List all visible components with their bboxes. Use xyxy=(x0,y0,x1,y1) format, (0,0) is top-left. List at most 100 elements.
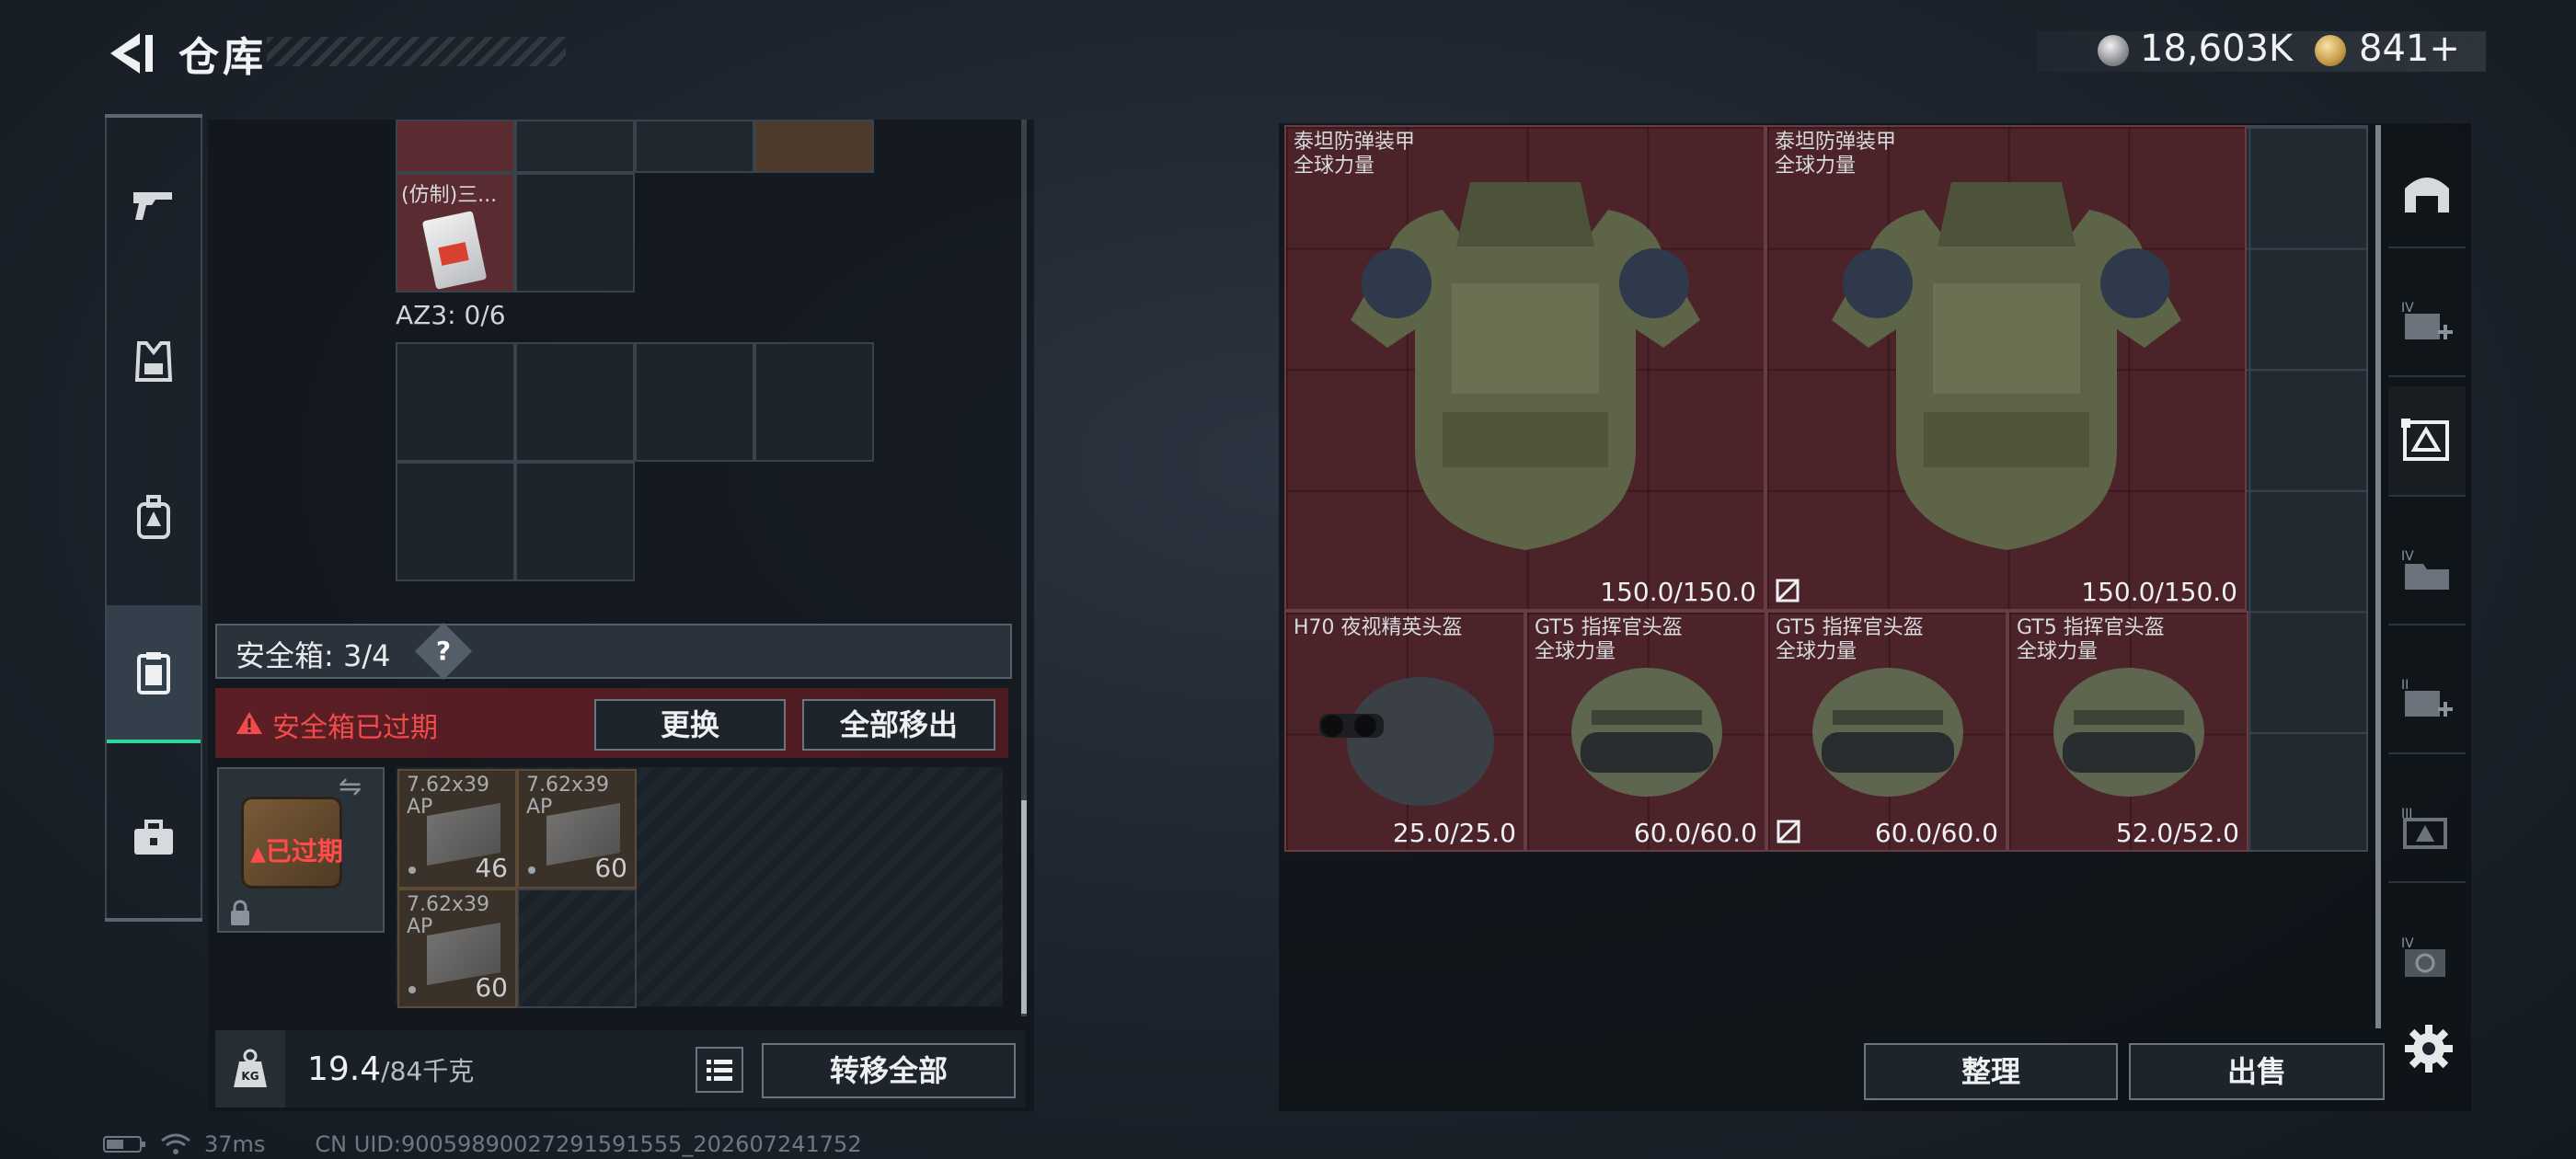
armor-vest-icon xyxy=(1832,182,2181,550)
rail-item-safebox[interactable] xyxy=(107,605,201,743)
list-view-button[interactable] xyxy=(696,1047,743,1093)
safe-box-capacity: 安全箱: 3/4 xyxy=(236,638,391,673)
svg-text:IV: IV xyxy=(2401,301,2414,316)
stash-tab-4-add[interactable]: IV xyxy=(2388,267,2466,377)
swap-icon[interactable]: ⇋ xyxy=(339,771,362,803)
az3-slot[interactable] xyxy=(515,462,635,581)
safe-box-status: ▲已过期 xyxy=(250,836,343,866)
item-durability: 25.0/25.0 xyxy=(1392,818,1516,848)
backpack-slot[interactable] xyxy=(754,120,874,173)
stash-tab-2-add[interactable]: II xyxy=(2388,644,2466,754)
tab-iv-add-icon: IV xyxy=(2401,301,2453,339)
ammo-dot-icon xyxy=(408,866,416,874)
rail-item-backpack[interactable] xyxy=(107,449,201,587)
rail-divider xyxy=(105,114,202,118)
rail-divider xyxy=(105,918,202,922)
lock-icon xyxy=(231,900,249,925)
backpack-scroll-thumb[interactable] xyxy=(1021,800,1027,1014)
backpack-slot[interactable] xyxy=(515,173,635,293)
vest-icon xyxy=(134,341,173,382)
stash-item-armor[interactable]: 泰坦防弹装甲 全球力量 150.0/150.0 xyxy=(1765,125,2247,611)
stash-item-helmet[interactable]: GT5 指挥官头盔 全球力量 52.0/52.0 xyxy=(2007,611,2248,852)
rail-item-tools[interactable] xyxy=(107,769,201,907)
sort-button[interactable]: 整理 xyxy=(1864,1043,2118,1100)
item-durability: 60.0/60.0 xyxy=(1633,818,1757,848)
stash-scrollbar[interactable] xyxy=(2375,125,2381,1028)
list-icon xyxy=(707,1060,732,1081)
transfer-all-button[interactable]: 转移全部 xyxy=(762,1043,1016,1098)
backpack-icon xyxy=(137,495,170,539)
weight-readout: 19.4/84千克 xyxy=(307,1050,474,1088)
weight-kg-icon: KG xyxy=(234,1049,267,1087)
help-icon[interactable]: ? xyxy=(423,631,464,671)
no-repair-icon xyxy=(1777,820,1800,843)
item-durability: 150.0/150.0 xyxy=(2081,577,2237,607)
sell-button[interactable]: 出售 xyxy=(2129,1043,2385,1100)
ammo-dot-icon xyxy=(528,866,535,874)
stash-tab-main[interactable] xyxy=(2388,138,2466,248)
safe-box-expired-text: 安全箱已过期 xyxy=(272,712,438,744)
item-name: 泰坦防弹装甲 全球力量 xyxy=(1294,131,1416,178)
rail-item-weapons[interactable] xyxy=(107,136,201,274)
tab-ii-add-icon: II xyxy=(2401,678,2453,717)
ammo-count: 60 xyxy=(475,972,508,1003)
title-decoration xyxy=(267,37,566,66)
gun-icon xyxy=(133,192,172,220)
battery-icon xyxy=(103,1136,145,1153)
backpack-slot[interactable] xyxy=(396,120,515,173)
ammo-item[interactable]: 7.62x39 AP 60 xyxy=(397,889,517,1008)
safe-box-empty-slot[interactable] xyxy=(517,889,637,1008)
stash-tab-3[interactable]: III xyxy=(2388,773,2466,883)
page-title: 仓库 xyxy=(178,34,267,81)
ammo-item[interactable]: 7.62x39 AP 46 xyxy=(397,769,517,889)
item-name: H70 夜视精英头盔 xyxy=(1294,616,1463,639)
item-durability: 150.0/150.0 xyxy=(1600,577,1756,607)
nvg-helmet-icon xyxy=(1319,677,1494,806)
back-icon[interactable] xyxy=(103,28,158,79)
item-name: GT5 指挥官头盔 全球力量 xyxy=(2017,616,2165,663)
ammo-count: 46 xyxy=(475,853,508,883)
item-durability: 52.0/52.0 xyxy=(2115,818,2239,848)
ammo-item[interactable]: 7.62x39 AP 60 xyxy=(517,769,637,889)
backpack-item-imitated[interactable]: (仿制)三... xyxy=(396,173,515,293)
silver-coin-icon xyxy=(2098,35,2129,66)
item-label: (仿制)三... xyxy=(401,184,498,207)
ammo-dot-icon xyxy=(408,986,416,993)
item-name: 泰坦防弹装甲 全球力量 xyxy=(1775,131,1897,178)
tab-iv-disc-icon: IV xyxy=(2401,936,2445,977)
backpack-slot[interactable] xyxy=(635,120,754,173)
az3-slot[interactable] xyxy=(515,342,635,462)
stash-tab-selected[interactable] xyxy=(2388,386,2466,497)
svg-text:II: II xyxy=(2401,678,2409,693)
az3-slot[interactable] xyxy=(396,462,515,581)
az3-slot[interactable] xyxy=(635,342,754,462)
silver-currency-value[interactable]: 18,603K xyxy=(2140,28,2293,70)
rail-item-armor[interactable] xyxy=(107,293,201,430)
uid-text: CN UID:9005989002729159155​5_20260724175… xyxy=(315,1131,862,1157)
stash-tab-4-disc[interactable]: IV xyxy=(2388,901,2466,1012)
tab-iv-folder-icon: IV xyxy=(2401,549,2449,590)
gold-currency-value[interactable]: 841+ xyxy=(2359,28,2460,70)
tab-selected-icon xyxy=(2401,419,2449,461)
toolbox-icon xyxy=(134,820,173,855)
remove-all-button[interactable]: 全部移出 xyxy=(802,699,995,751)
replace-button[interactable]: 更换 xyxy=(594,699,786,751)
stash-item-armor[interactable]: 泰坦防弹装甲 全球力量 150.0/150.0 xyxy=(1284,125,1765,611)
warning-icon xyxy=(236,712,262,734)
svg-text:IV: IV xyxy=(2401,549,2414,564)
weight-value: 19.4 xyxy=(307,1050,382,1088)
az3-slot[interactable] xyxy=(754,342,874,462)
ping-value: 37ms xyxy=(204,1131,266,1157)
item-name: GT5 指挥官头盔 全球力量 xyxy=(1535,616,1683,663)
stash-item-helmet[interactable]: GT5 指挥官头盔 全球力量 60.0/60.0 xyxy=(1766,611,2007,852)
ammo-name: 7.62x39 AP xyxy=(407,774,489,819)
stash-item-helmet[interactable]: GT5 指挥官头盔 全球力量 60.0/60.0 xyxy=(1525,611,1766,852)
safebox-icon xyxy=(137,652,170,694)
az3-slot[interactable] xyxy=(396,342,515,462)
backpack-slot[interactable] xyxy=(515,120,635,173)
stash-tab-4-folder[interactable]: IV xyxy=(2388,515,2466,625)
armor-vest-icon xyxy=(1351,182,1700,550)
settings-gear-icon[interactable] xyxy=(2403,1023,2455,1074)
weight-icon-box: KG xyxy=(215,1030,285,1107)
stash-item-helmet[interactable]: H70 夜视精英头盔 25.0/25.0 xyxy=(1284,611,1525,852)
